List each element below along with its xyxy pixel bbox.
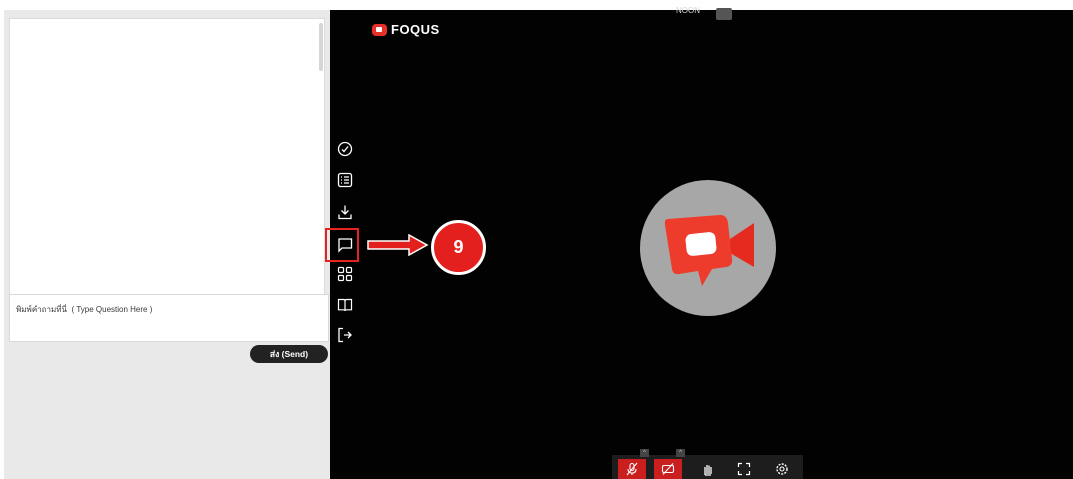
book-icon[interactable] — [336, 296, 354, 314]
list-icon[interactable] — [336, 171, 354, 189]
chat-icon[interactable] — [336, 236, 354, 254]
chat-panel: ส่ง (Send) — [4, 10, 330, 479]
chat-message-list[interactable] — [9, 18, 325, 297]
exit-icon[interactable] — [336, 326, 354, 344]
callout-arrow — [367, 234, 429, 256]
send-button[interactable]: ส่ง (Send) — [250, 345, 328, 363]
pen-icon[interactable] — [716, 8, 732, 20]
fullscreen-icon[interactable] — [730, 459, 758, 479]
call-controls-bar: ^ ^ — [612, 449, 803, 479]
mic-off-icon[interactable] — [618, 459, 646, 479]
video-camera-logo-icon — [664, 215, 754, 286]
settings-icon[interactable] — [768, 459, 796, 479]
grid-icon[interactable] — [336, 265, 354, 283]
app-window: ส่ง (Send) FOQUS NOON — [0, 0, 1073, 479]
download-icon[interactable] — [336, 203, 354, 221]
session-time-label: NOON — [676, 6, 700, 15]
video-stage: FOQUS NOON 9 ^ ^ — [325, 6, 1073, 479]
brand-name: FOQUS — [391, 22, 440, 37]
brand-logo-icon — [372, 23, 387, 36]
question-input[interactable] — [9, 294, 329, 342]
chat-scrollbar[interactable] — [319, 23, 323, 71]
raise-hand-icon[interactable] — [694, 459, 722, 479]
camera-off-icon[interactable] — [654, 459, 682, 479]
poll-icon[interactable] — [336, 140, 354, 158]
step-badge: 9 — [431, 220, 486, 275]
brand-logo: FOQUS — [372, 22, 440, 37]
mic-options-caret[interactable]: ^ — [640, 449, 649, 457]
camera-options-caret[interactable]: ^ — [676, 449, 685, 457]
participant-avatar — [640, 180, 776, 316]
